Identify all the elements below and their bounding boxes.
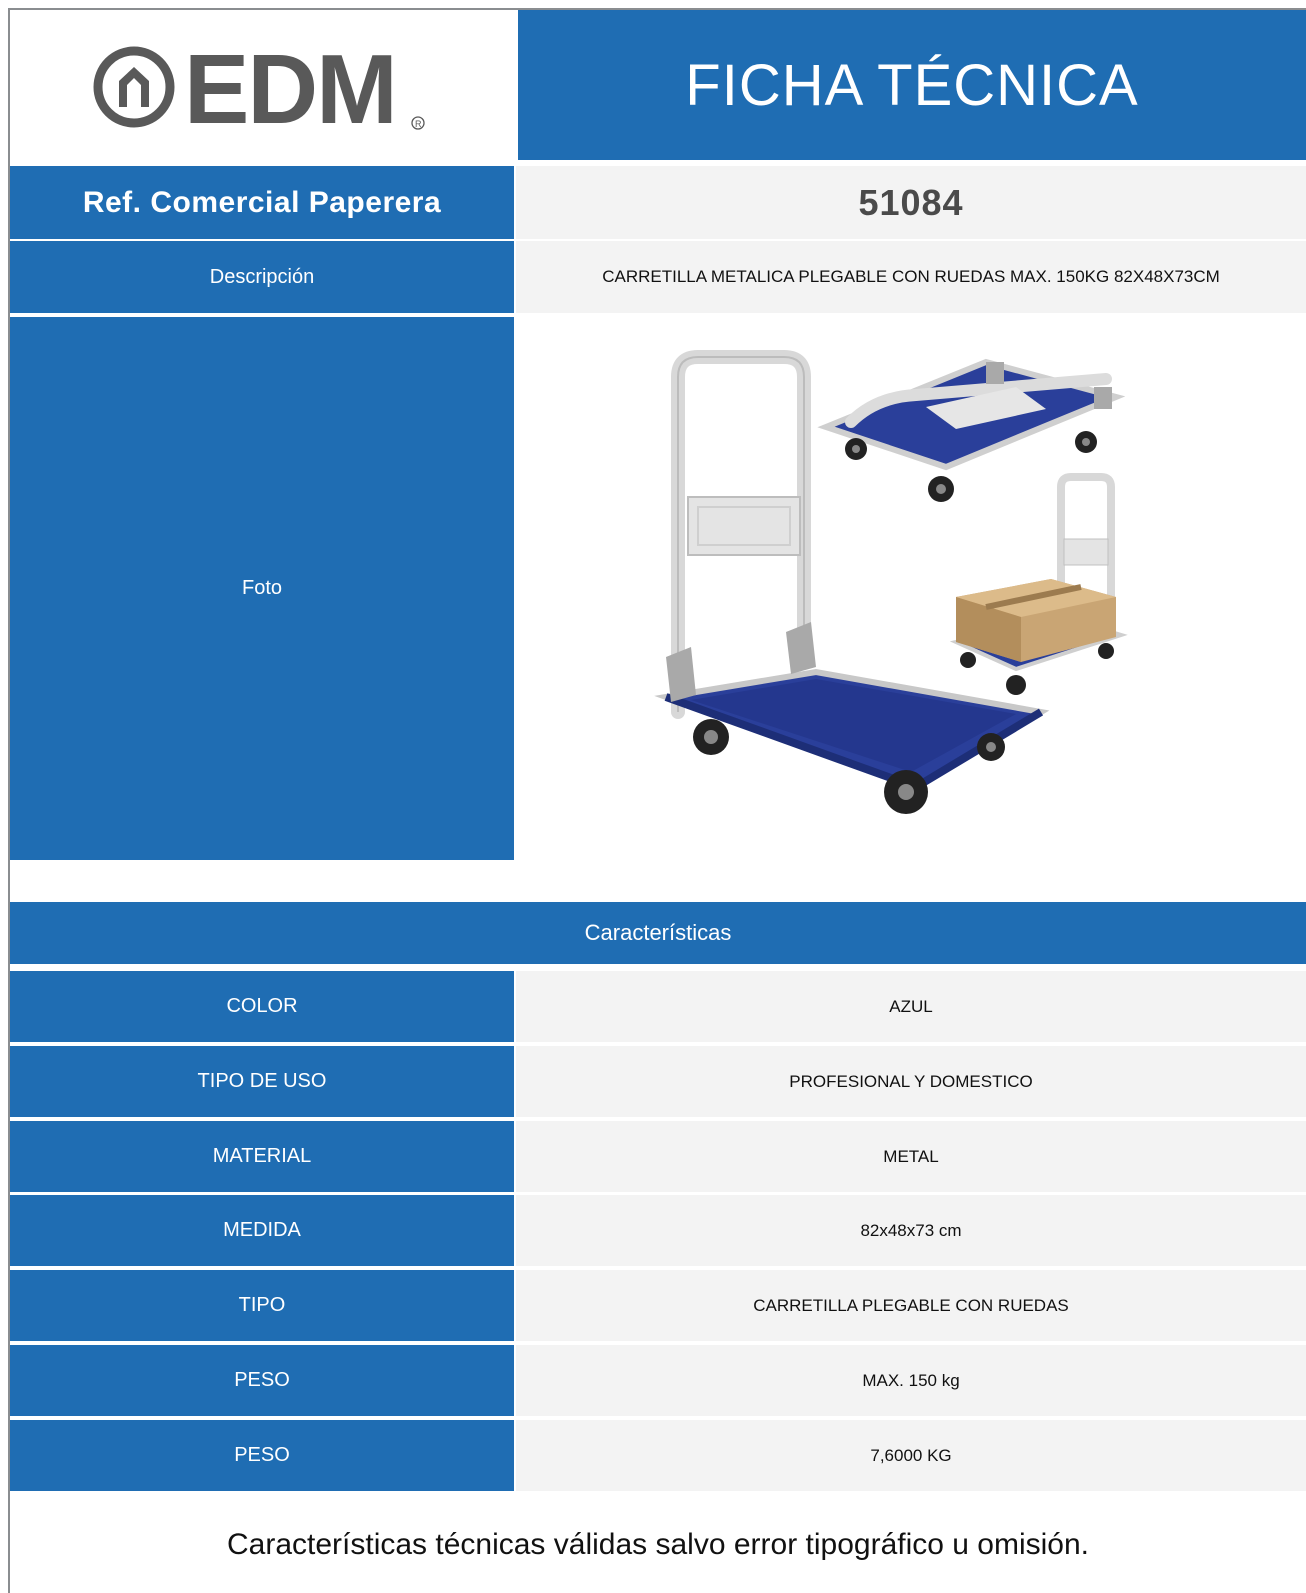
feature-label-size: MEDIDA (10, 1195, 514, 1266)
house-circle-icon (93, 46, 175, 127)
feature-value-max-weight: MAX. 150 kg (516, 1345, 1306, 1416)
feature-value-size: 82x48x73 cm (516, 1195, 1306, 1266)
product-photo (516, 317, 1306, 860)
feature-label-weight: PESO (10, 1420, 514, 1491)
feature-value-material: METAL (516, 1121, 1306, 1192)
feature-value-weight: 7,6000 KG (516, 1420, 1306, 1491)
description-label: Descripción (10, 241, 514, 313)
feature-label-type: TIPO (10, 1270, 514, 1341)
feature-label-max-weight: PESO (10, 1345, 514, 1416)
footer-disclaimer: Características técnicas válidas salvo e… (226, 1528, 1090, 1561)
edm-logo: EDM R (93, 37, 425, 137)
feature-label-material: MATERIAL (10, 1121, 514, 1192)
page-title: FICHA TÉCNICA (518, 10, 1306, 160)
feature-label-color: COLOR (10, 971, 514, 1042)
trolley-with-box-image (949, 473, 1128, 695)
features-header: Características (10, 902, 1306, 964)
feature-label-usage: TIPO DE USO (10, 1046, 514, 1117)
logo-area: EDM R (10, 10, 514, 163)
house-icon (119, 66, 149, 107)
feature-value-color: AZUL (516, 971, 1306, 1042)
feature-value-usage: PROFESIONAL Y DOMESTICO (516, 1046, 1306, 1117)
reference-value: 51084 (516, 166, 1306, 239)
registered-mark-letter: R (415, 119, 422, 129)
feature-value-type: CARRETILLA PLEGABLE CON RUEDAS (516, 1270, 1306, 1341)
logo-text: EDM (184, 37, 396, 137)
description-value: CARRETILLA METALICA PLEGABLE CON RUEDAS … (516, 241, 1306, 313)
photo-label: Foto (10, 317, 514, 860)
reference-label: Ref. Comercial Paperera (10, 166, 514, 239)
trolley-illustration (654, 350, 1128, 814)
